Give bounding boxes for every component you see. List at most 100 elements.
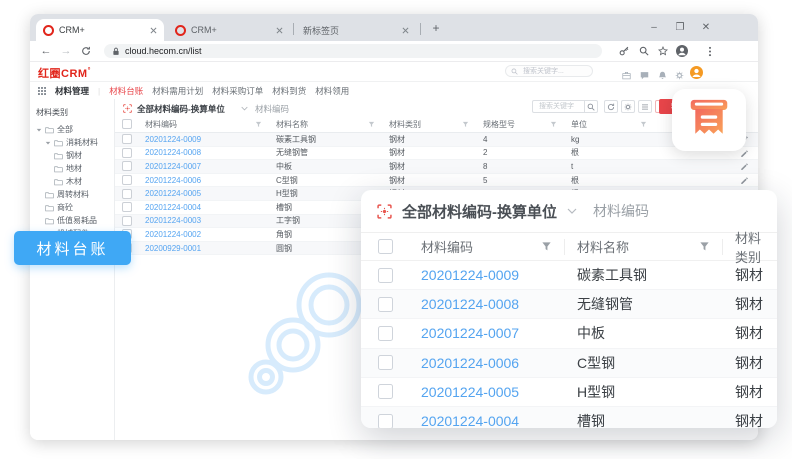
chevron-down-icon[interactable]	[241, 106, 248, 111]
select-all-checkbox[interactable]	[122, 119, 132, 129]
cell-material-code[interactable]: 20201224-0009	[139, 135, 270, 144]
caret-down-icon[interactable]	[45, 140, 51, 146]
tab-close-icon[interactable]	[276, 27, 283, 34]
user-avatar[interactable]	[690, 64, 703, 77]
apps-grid-icon[interactable]	[38, 87, 46, 95]
row-checkbox[interactable]	[122, 175, 132, 185]
row-checkbox[interactable]	[122, 148, 132, 158]
funnel-icon[interactable]	[550, 121, 557, 128]
table-row[interactable]: 20201224-0009 碳素工具钢 钢材 4 kg	[115, 133, 758, 147]
funnel-icon[interactable]	[255, 121, 262, 128]
tree-item-steel[interactable]: 钢材	[30, 149, 114, 162]
tree-item-low-value-items[interactable]: 低值易耗品	[30, 214, 114, 227]
address-bar[interactable]: cloud.hecom.cn/list	[104, 44, 602, 58]
cell-material-code[interactable]: 20201224-0008	[139, 148, 270, 157]
row-checkbox[interactable]	[122, 134, 132, 144]
browser-tab-1[interactable]: CRM+	[36, 19, 164, 41]
column-header-name[interactable]: 材料名称	[565, 239, 723, 255]
column-header-name[interactable]: 材料名称	[270, 119, 383, 130]
app-search-input[interactable]	[521, 67, 585, 76]
nav-item-material-plan[interactable]: 材料需用计划	[152, 85, 203, 97]
nav-item-purchase-order[interactable]: 材料采购订单	[212, 85, 263, 97]
column-header-unit[interactable]: 单位	[565, 119, 655, 130]
funnel-icon[interactable]	[368, 121, 375, 128]
select-all-checkbox[interactable]	[378, 239, 393, 254]
zoom-page-icon[interactable]	[636, 43, 652, 59]
cell-material-code[interactable]: 20201224-0006	[409, 355, 565, 371]
row-checkbox[interactable]	[378, 355, 393, 370]
tree-item-ground-material[interactable]: 地材	[30, 162, 114, 175]
cell-material-code[interactable]: 20200929-0001	[139, 244, 270, 253]
refresh-list-button[interactable]	[604, 100, 618, 113]
window-restore-button[interactable]: ❐	[670, 17, 690, 37]
nav-item-material-use[interactable]: 材料领用	[315, 85, 349, 97]
bell-icon[interactable]	[658, 67, 667, 85]
cell-material-code[interactable]: 20201224-0004	[139, 203, 270, 212]
funnel-icon[interactable]	[640, 121, 647, 128]
column-header-category[interactable]: 材料类别	[383, 119, 477, 130]
cell-material-code[interactable]: 20201224-0008	[409, 296, 565, 312]
cell-material-code[interactable]: 20201224-0003	[139, 216, 270, 225]
password-key-icon[interactable]	[616, 43, 632, 59]
list-search-input[interactable]	[537, 102, 580, 111]
edit-pencil-icon[interactable]	[740, 162, 748, 170]
tab-close-icon[interactable]	[402, 27, 409, 34]
forward-button[interactable]: →	[58, 43, 74, 59]
nav-root-label[interactable]: 材料管理	[55, 85, 89, 97]
table-row[interactable]: 20201224-0008 无缝钢管 钢材 2 根	[115, 147, 758, 161]
column-header-category[interactable]: 材料类别	[723, 239, 777, 255]
tree-item-concrete[interactable]: 商砼	[30, 201, 114, 214]
browser-menu-icon[interactable]	[702, 43, 718, 59]
tree-item-all[interactable]: 全部	[30, 123, 114, 136]
cell-material-code[interactable]: 20201224-0005	[409, 384, 565, 400]
new-tab-button[interactable]: +	[428, 20, 444, 36]
back-button[interactable]: ←	[38, 43, 54, 59]
funnel-icon[interactable]	[541, 241, 552, 252]
settings-button[interactable]	[621, 100, 635, 113]
tree-item-consumables[interactable]: 消耗材料	[30, 136, 114, 149]
row-checkbox[interactable]	[378, 326, 393, 341]
browser-tab-3[interactable]: 新标签页	[296, 19, 416, 41]
cell-material-code[interactable]: 20201224-0007	[409, 325, 565, 341]
row-checkbox[interactable]	[378, 268, 393, 283]
row-checkbox[interactable]	[378, 297, 393, 312]
row-checkbox[interactable]	[122, 202, 132, 212]
cell-material-code[interactable]: 20201224-0009	[409, 267, 565, 283]
column-header-code[interactable]: 材料编码	[139, 119, 270, 130]
table-row[interactable]: 20201224-0004 槽钢 钢材	[361, 407, 777, 428]
gear-icon[interactable]	[675, 67, 684, 85]
column-list-button[interactable]	[638, 100, 652, 113]
table-row[interactable]: 20201224-0006 C型钢 钢材	[361, 349, 777, 378]
briefcase-icon[interactable]	[622, 67, 631, 85]
bookmark-star-icon[interactable]	[655, 43, 671, 59]
caret-down-icon[interactable]	[36, 127, 42, 133]
window-close-button[interactable]: ✕	[696, 17, 716, 37]
message-icon[interactable]	[640, 67, 649, 85]
table-row[interactable]: 20201224-0006 C型钢 钢材 5 根	[115, 174, 758, 188]
table-row[interactable]: 20201224-0009 碳素工具钢 钢材	[361, 261, 777, 290]
edit-pencil-icon[interactable]	[740, 176, 748, 184]
column-header-code[interactable]: 材料编码	[409, 239, 565, 255]
browser-tab-2[interactable]: CRM+	[168, 19, 290, 41]
cell-material-code[interactable]: 20201224-0005	[139, 189, 270, 198]
column-header-spec[interactable]: 规格型号	[477, 119, 565, 130]
panel-view-title[interactable]: 全部材料编码-换算单位	[402, 201, 557, 222]
funnel-icon[interactable]	[462, 121, 469, 128]
cell-material-code[interactable]: 20201224-0004	[409, 413, 565, 428]
reload-button[interactable]	[78, 43, 94, 59]
table-row[interactable]: 20201224-0008 无缝钢管 钢材	[361, 290, 777, 319]
view-title[interactable]: 全部材料编码-换算单位	[137, 103, 225, 115]
window-minimize-button[interactable]: –	[644, 17, 664, 37]
nav-item-material-ledger[interactable]: 材料台账	[109, 85, 143, 97]
nav-item-material-arrival[interactable]: 材料到货	[272, 85, 306, 97]
edit-pencil-icon[interactable]	[740, 149, 748, 157]
funnel-icon[interactable]	[699, 241, 710, 252]
cell-material-code[interactable]: 20201224-0007	[139, 162, 270, 171]
tree-item-turnover-material[interactable]: 周转材料	[30, 188, 114, 201]
row-checkbox[interactable]	[378, 414, 393, 428]
table-row[interactable]: 20201224-0007 中板 钢材 8 t	[115, 160, 758, 174]
table-row[interactable]: 20201224-0005 H型钢 钢材	[361, 378, 777, 407]
list-search-button[interactable]	[584, 100, 598, 113]
tree-item-wood[interactable]: 木材	[30, 175, 114, 188]
row-checkbox[interactable]	[122, 189, 132, 199]
